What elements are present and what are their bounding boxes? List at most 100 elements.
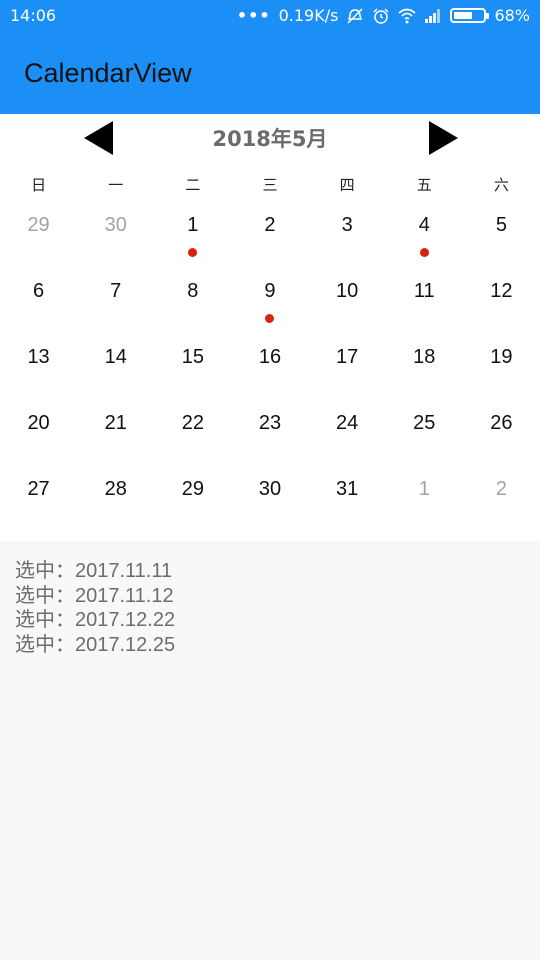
- day-cell[interactable]: 1: [386, 468, 463, 534]
- day-number: 5: [495, 214, 507, 236]
- day-cell[interactable]: 16: [231, 336, 308, 402]
- app-bar: 14:06 ••• 0.19K/s 68% CalendarView: [0, 0, 540, 114]
- day-number: 25: [413, 412, 436, 434]
- day-cell[interactable]: 21: [77, 402, 154, 468]
- selection-item: 选中：2017.12.22: [15, 609, 176, 631]
- day-number: 1: [187, 214, 199, 236]
- notification-dots: •••: [236, 6, 271, 25]
- day-cell[interactable]: 15: [154, 336, 231, 402]
- battery-level: [454, 12, 473, 19]
- signal-icon: [424, 8, 442, 24]
- day-cell[interactable]: 8: [154, 270, 231, 336]
- calendar-view: 2018年5月 日 一 二 三 四 五 六 29 30 1 2 3 4 5 6 7 8 9 10 11 1…: [0, 114, 540, 541]
- selection-item: 选中：2017.11.11: [15, 560, 173, 582]
- day-cell[interactable]: 27: [0, 468, 77, 534]
- network-speed: 0.19K/s: [278, 6, 339, 25]
- day-number: 18: [413, 346, 436, 368]
- day-cell[interactable]: 25: [386, 402, 463, 468]
- day-number: 19: [490, 346, 513, 368]
- day-number: 12: [490, 280, 513, 302]
- day-number: 11: [413, 280, 435, 302]
- day-cell[interactable]: 10: [309, 270, 386, 336]
- day-cell[interactable]: 6: [0, 270, 77, 336]
- weekday-label: 日: [31, 176, 47, 194]
- day-number: 13: [27, 346, 50, 368]
- day-cell[interactable]: 24: [309, 402, 386, 468]
- selection-item: 选中：2017.11.12: [15, 584, 174, 607]
- day-cell[interactable]: 4: [386, 204, 463, 270]
- day-cell[interactable]: 20: [0, 402, 77, 468]
- weekday-label: 五: [416, 176, 432, 194]
- wifi-icon: [398, 8, 416, 24]
- day-cell[interactable]: 5: [463, 204, 540, 270]
- day-cell[interactable]: 12: [463, 270, 540, 336]
- day-number: 3: [341, 214, 353, 236]
- day-cell[interactable]: 7: [77, 270, 154, 336]
- right-triangle-icon: [429, 121, 458, 155]
- weekday-label: 三: [262, 176, 278, 194]
- day-cell[interactable]: 2: [463, 468, 540, 534]
- day-number: 1: [418, 478, 430, 500]
- day-cell[interactable]: 11: [386, 270, 463, 336]
- day-cell[interactable]: 26: [463, 402, 540, 468]
- day-cell[interactable]: 9: [231, 270, 308, 336]
- day-cell[interactable]: 19: [463, 336, 540, 402]
- day-cell[interactable]: 31: [309, 468, 386, 534]
- day-number: 21: [104, 412, 127, 434]
- day-cell[interactable]: 13: [0, 336, 77, 402]
- event-dot: [265, 314, 275, 323]
- day-number: 8: [187, 280, 199, 302]
- selection-item: 选中：2017.12.25: [15, 633, 176, 656]
- app-title: CalendarView: [24, 58, 192, 88]
- day-number: 16: [258, 346, 282, 368]
- day-number: 23: [258, 412, 282, 434]
- status-bar: 14:06 ••• 0.19K/s 68%: [0, 0, 540, 32]
- day-cell[interactable]: 14: [77, 336, 154, 402]
- alarm-icon: [372, 7, 390, 24]
- status-indicators: ••• 0.19K/s 68%: [237, 6, 530, 25]
- day-cell[interactable]: 23: [231, 402, 308, 468]
- day-cell[interactable]: 2: [231, 204, 308, 270]
- day-number: 24: [336, 412, 359, 434]
- day-cell[interactable]: 29: [0, 204, 77, 270]
- day-number: 20: [27, 412, 50, 434]
- weekday-header: 日 一 二 三 四 五 六: [0, 174, 540, 198]
- day-number: 10: [336, 280, 359, 302]
- battery-percent: 68%: [494, 6, 530, 25]
- mute-icon: [346, 7, 364, 24]
- day-cell[interactable]: 3: [309, 204, 386, 270]
- day-cell[interactable]: 29: [154, 468, 231, 534]
- event-dot: [188, 248, 198, 257]
- day-number: 2: [495, 478, 507, 500]
- status-time: 14:06: [10, 6, 57, 25]
- day-number: 9: [264, 280, 276, 302]
- day-cell[interactable]: 30: [231, 468, 308, 534]
- day-number: 7: [110, 280, 122, 302]
- day-cell[interactable]: 1: [154, 204, 231, 270]
- day-number: 4: [418, 214, 430, 236]
- day-number: 17: [336, 346, 359, 368]
- day-cell[interactable]: 28: [77, 468, 154, 534]
- day-number: 6: [33, 280, 45, 302]
- weekday-label: 一: [108, 176, 124, 194]
- day-number: 28: [104, 478, 127, 500]
- day-grid: 29 30 1 2 3 4 5 6 7 8 9 10 11 12 13 14 15 16 17 18 19 20 21 22 2…: [0, 204, 540, 534]
- day-cell[interactable]: 17: [309, 336, 386, 402]
- day-cell[interactable]: 18: [386, 336, 463, 402]
- day-number: 27: [27, 478, 50, 500]
- battery-icon: [450, 8, 490, 23]
- weekday-label: 六: [493, 176, 509, 194]
- event-dot: [419, 248, 429, 257]
- next-month-button[interactable]: [426, 118, 466, 158]
- selection-list: 选中：2017.11.11 选中：2017.11.12 选中：2017.12.2…: [15, 559, 175, 657]
- weekday-label: 四: [339, 176, 355, 194]
- day-number: 30: [104, 214, 127, 236]
- day-cell[interactable]: 22: [154, 402, 231, 468]
- day-cell[interactable]: 30: [77, 204, 154, 270]
- day-number: 29: [27, 214, 50, 236]
- day-number: 31: [336, 478, 359, 500]
- weekday-label: 二: [185, 176, 201, 194]
- day-number: 29: [181, 478, 204, 500]
- day-number: 15: [181, 346, 204, 368]
- day-number: 22: [181, 412, 204, 434]
